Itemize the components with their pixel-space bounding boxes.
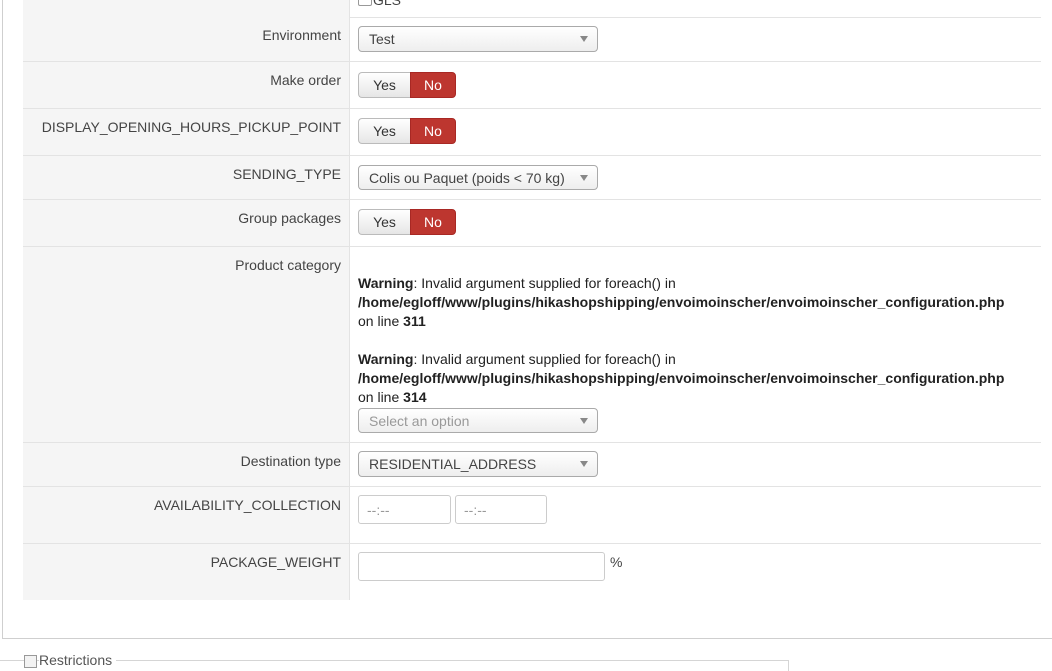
make-order-label: Make order	[270, 72, 341, 88]
environment-value: Test	[369, 31, 395, 47]
sending-type-select[interactable]: Colis ou Paquet (poids < 70 kg)	[358, 165, 598, 190]
row-sending-type: SENDING_TYPE Colis ou Paquet (poids < 70…	[23, 156, 1041, 200]
restrictions-fieldset	[0, 660, 789, 671]
sending-type-value: Colis ou Paquet (poids < 70 kg)	[369, 170, 565, 186]
destination-type-select[interactable]: RESIDENTIAL_ADDRESS	[358, 451, 598, 477]
display-opening-hours-label: DISPLAY_OPENING_HOURS_PICKUP_POINT	[41, 119, 341, 135]
display-opening-hours-toggle: Yes No	[358, 118, 456, 144]
package-weight-input[interactable]	[358, 552, 605, 581]
warning-text: : Invalid argument supplied for foreach(…	[413, 275, 676, 291]
chevron-down-icon	[580, 36, 588, 42]
destination-type-value: RESIDENTIAL_ADDRESS	[369, 456, 537, 472]
warning-line: 314	[403, 389, 427, 405]
php-warning: Warning: Invalid argument supplied for f…	[358, 274, 1004, 331]
warning-online: on line	[358, 313, 404, 329]
row-group-packages: Group packages Yes No	[23, 200, 1041, 247]
settings-panel: GLS Environment Test Make order Yes No D…	[2, 0, 1052, 639]
warning-title: Warning	[358, 351, 414, 367]
row-package-weight: PACKAGE_WEIGHT %	[23, 544, 1041, 600]
group-packages-toggle: Yes No	[358, 209, 456, 235]
chevron-down-icon	[580, 418, 588, 424]
row-availability-collection: AVAILABILITY_COLLECTION --:-- --:--	[23, 487, 1041, 544]
sending-type-label: SENDING_TYPE	[232, 166, 341, 182]
time-placeholder: --:--	[367, 502, 390, 518]
product-category-label: Product category	[235, 257, 341, 273]
group-packages-no-button[interactable]: No	[410, 209, 456, 235]
warning-title: Warning	[358, 275, 414, 291]
table-row	[23, 0, 1041, 18]
display-opening-hours-no-button[interactable]: No	[410, 118, 456, 144]
restrictions-legend: Restrictions	[39, 652, 117, 668]
php-warning: Warning: Invalid argument supplied for f…	[358, 350, 1004, 407]
warning-path: /home/egloff/www/plugins/hikashopshippin…	[358, 294, 1005, 310]
chevron-down-icon	[580, 461, 588, 467]
product-category-select[interactable]: Select an option	[358, 408, 598, 433]
percent-unit: %	[610, 554, 623, 570]
chevron-down-icon	[580, 175, 588, 181]
warning-text: : Invalid argument supplied for foreach(…	[413, 351, 676, 367]
environment-select[interactable]: Test	[358, 26, 598, 52]
time-placeholder: --:--	[464, 502, 487, 518]
make-order-no-button[interactable]: No	[410, 72, 456, 98]
make-order-toggle: Yes No	[358, 72, 456, 98]
group-packages-yes-button[interactable]: Yes	[358, 209, 410, 235]
display-opening-hours-yes-button[interactable]: Yes	[358, 118, 410, 144]
row-product-category: Product category Warning: Invalid argume…	[23, 247, 1041, 443]
row-destination-type: Destination type RESIDENTIAL_ADDRESS	[23, 443, 1041, 487]
restrictions-checkbox[interactable]	[24, 655, 37, 668]
package-weight-label: PACKAGE_WEIGHT	[210, 554, 341, 570]
row-environment: Environment Test	[23, 17, 1041, 62]
availability-to-input[interactable]: --:--	[455, 495, 547, 524]
make-order-yes-button[interactable]: Yes	[358, 72, 410, 98]
row-make-order: Make order Yes No	[23, 62, 1041, 109]
product-category-placeholder: Select an option	[369, 413, 470, 429]
availability-collection-label: AVAILABILITY_COLLECTION	[154, 497, 341, 513]
warning-online: on line	[358, 389, 404, 405]
warning-line: 311	[403, 313, 426, 329]
row-display-opening-hours: DISPLAY_OPENING_HOURS_PICKUP_POINT Yes N…	[23, 109, 1041, 156]
availability-from-input[interactable]: --:--	[358, 495, 451, 524]
warning-path: /home/egloff/www/plugins/hikashopshippin…	[358, 370, 1005, 386]
group-packages-label: Group packages	[238, 210, 341, 226]
destination-type-label: Destination type	[240, 453, 341, 469]
environment-label: Environment	[262, 27, 341, 43]
